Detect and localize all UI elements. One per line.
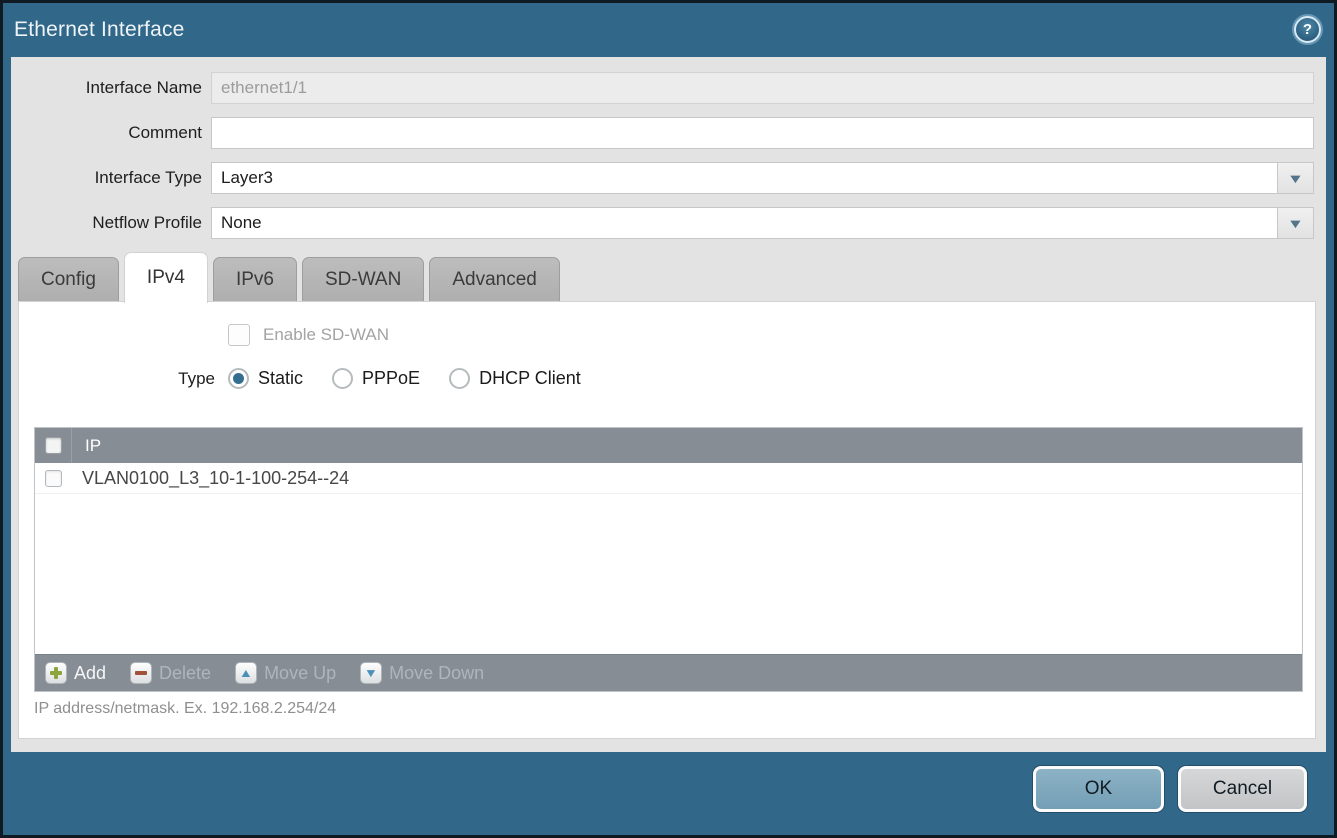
- ok-button[interactable]: OK: [1033, 766, 1164, 812]
- netflow-profile-select[interactable]: None: [211, 207, 1277, 239]
- ip-table-header: IP: [35, 428, 1302, 463]
- radio-pppoe[interactable]: PPPoE: [332, 368, 420, 389]
- add-button[interactable]: Add: [45, 662, 106, 684]
- row-checkbox-cell: [35, 470, 72, 487]
- ip-table: IP VLAN0100_L3_10-1-100-254--24 Add: [34, 427, 1303, 692]
- ip-format-hint: IP address/netmask. Ex. 192.168.2.254/24: [34, 700, 336, 718]
- radio-dhcp-client-circle[interactable]: [449, 368, 470, 389]
- type-radio-group: Type Static PPPoE DHCP Client: [19, 368, 1315, 389]
- interface-type-dropdown-button[interactable]: ▼: [1277, 162, 1314, 194]
- interface-type-label: Interface Type: [11, 168, 202, 188]
- radio-pppoe-circle[interactable]: [332, 368, 353, 389]
- move-up-button: ▲ Move Up: [235, 662, 336, 684]
- help-icon[interactable]: ?: [1294, 16, 1321, 43]
- enable-sdwan-row: Enable SD-WAN: [228, 324, 389, 346]
- radio-dhcp-client[interactable]: DHCP Client: [449, 368, 581, 389]
- table-row[interactable]: VLAN0100_L3_10-1-100-254--24: [35, 463, 1302, 494]
- tab-bar: Config IPv4 IPv6 SD-WAN Advanced: [18, 251, 560, 302]
- interface-type-select[interactable]: Layer3: [211, 162, 1277, 194]
- dialog-title: Ethernet Interface: [14, 3, 185, 57]
- netflow-profile-label: Netflow Profile: [11, 213, 202, 233]
- interface-type-row: Interface Type Layer3 ▼: [11, 162, 1314, 194]
- comment-field[interactable]: [211, 117, 1314, 149]
- enable-sdwan-label: Enable SD-WAN: [263, 325, 389, 345]
- radio-static[interactable]: Static: [228, 368, 303, 389]
- ethernet-interface-dialog: Ethernet Interface ? Interface Name Comm…: [0, 0, 1337, 838]
- netflow-profile-row: Netflow Profile None ▼: [11, 207, 1314, 239]
- netflow-profile-dropdown-button[interactable]: ▼: [1277, 207, 1314, 239]
- cancel-button[interactable]: Cancel: [1178, 766, 1307, 812]
- tab-ipv4[interactable]: IPv4: [124, 252, 208, 303]
- move-up-button-label: Move Up: [264, 663, 336, 684]
- add-button-label: Add: [74, 663, 106, 684]
- tab-config[interactable]: Config: [18, 257, 119, 302]
- type-label: Type: [19, 369, 215, 389]
- comment-row: Comment: [11, 117, 1314, 149]
- select-all-checkbox[interactable]: [45, 437, 62, 454]
- radio-static-label: Static: [258, 368, 303, 389]
- interface-name-label: Interface Name: [11, 78, 202, 98]
- interface-name-field: [211, 72, 1314, 104]
- move-down-button-label: Move Down: [389, 663, 484, 684]
- interface-name-row: Interface Name: [11, 72, 1314, 104]
- tab-sd-wan[interactable]: SD-WAN: [302, 257, 424, 302]
- enable-sdwan-checkbox: [228, 324, 250, 346]
- chevron-down-icon: ▼: [1287, 172, 1304, 185]
- radio-pppoe-label: PPPoE: [362, 368, 420, 389]
- move-down-button: ▼ Move Down: [360, 662, 484, 684]
- minus-icon: [130, 662, 152, 684]
- ip-cell-value[interactable]: VLAN0100_L3_10-1-100-254--24: [72, 468, 349, 489]
- select-all-cell: [35, 428, 72, 463]
- delete-button-label: Delete: [159, 663, 211, 684]
- dialog-body: Interface Name Comment Interface Type La…: [11, 57, 1326, 752]
- arrow-down-icon: ▼: [360, 662, 382, 684]
- plus-icon: [45, 662, 67, 684]
- radio-static-circle[interactable]: [228, 368, 249, 389]
- tab-ipv6[interactable]: IPv6: [213, 257, 297, 302]
- tab-advanced[interactable]: Advanced: [429, 257, 560, 302]
- arrow-up-icon: ▲: [235, 662, 257, 684]
- table-empty-area: [35, 494, 1302, 654]
- radio-dhcp-client-label: DHCP Client: [479, 368, 581, 389]
- delete-button: Delete: [130, 662, 211, 684]
- ip-column-header: IP: [72, 436, 101, 456]
- dialog-titlebar: Ethernet Interface ?: [3, 3, 1334, 57]
- table-toolbar: Add Delete ▲ Move Up ▼ Move Down: [35, 654, 1302, 691]
- row-checkbox[interactable]: [45, 470, 62, 487]
- help-icon-glyph: ?: [1303, 21, 1312, 38]
- chevron-down-icon: ▼: [1287, 217, 1304, 230]
- comment-label: Comment: [11, 123, 202, 143]
- ipv4-tab-panel: Enable SD-WAN Type Static PPPoE DHCP Cli…: [18, 301, 1316, 739]
